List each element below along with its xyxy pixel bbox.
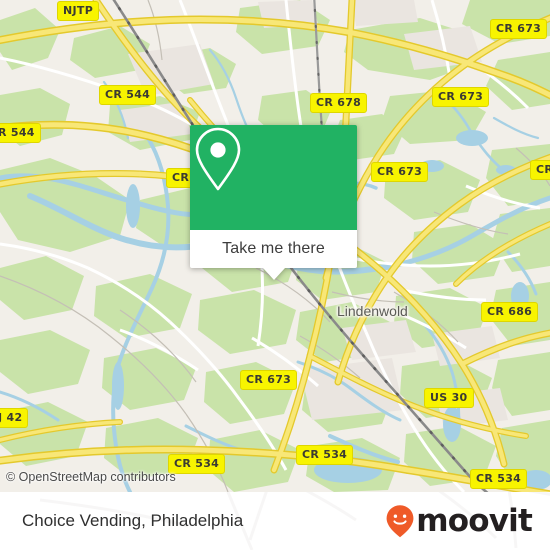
map-pin-icon [195,127,241,191]
bottom-info-bar: Choice Vending, Philadelphia moovit [0,492,550,550]
callout-image-area [190,125,357,230]
road-shield: CR 673 [432,87,490,107]
road-shield: CR 673 [371,162,429,182]
road-shield: CR 534 [296,445,354,465]
road-shield: CR [530,160,550,180]
callout-tail-icon [262,268,285,280]
moovit-wordmark: moovit [416,502,533,539]
road-shield: CR 534 [168,454,226,474]
road-shield: J 42 [0,408,29,428]
map-canvas[interactable]: NJTP CR 673 CR 544 CR 673 CR 678 R 544 CR 673 C… [0,0,550,492]
osm-attribution[interactable]: © OpenStreetMap contributors [6,470,176,484]
place-label: Lindenwold [337,303,408,319]
road-shield: CR 673 [240,370,298,390]
road-shield: CR 686 [481,302,539,322]
take-me-there-label: Take me there [222,240,325,257]
road-shield: US 30 [424,388,474,408]
location-callout[interactable]: Take me there [190,125,357,280]
road-shield: NJTP [57,1,100,21]
road-shield: CR 673 [490,19,548,39]
road-shield: R 544 [0,123,41,143]
callout-action-area[interactable]: Take me there [190,230,357,280]
road-shield: CR 678 [310,93,368,113]
road-shield: CR 534 [470,469,528,489]
moovit-logo[interactable]: moovit [385,502,533,539]
place-name-label: Choice Vending, Philadelphia [22,511,244,530]
moovit-map-screenshot: NJTP CR 673 CR 544 CR 673 CR 678 R 544 CR 673 C… [0,0,550,550]
road-shield: CR 544 [99,85,157,105]
moovit-smiley-pin-icon [386,505,414,538]
